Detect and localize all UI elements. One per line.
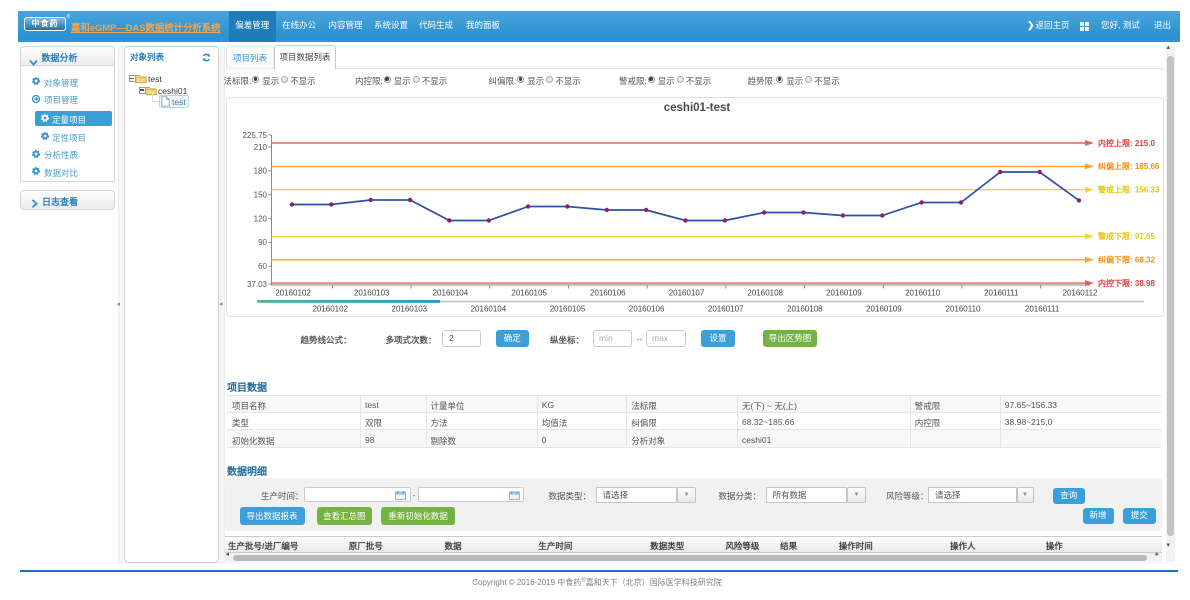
svg-text:20160102: 20160102 xyxy=(312,305,348,314)
svg-text:20160110: 20160110 xyxy=(905,289,941,298)
svg-text:60: 60 xyxy=(258,262,267,271)
svg-text:20160103: 20160103 xyxy=(392,305,428,314)
svg-text:120: 120 xyxy=(254,214,268,223)
svg-text:20160102: 20160102 xyxy=(275,289,311,298)
svg-text:20160108: 20160108 xyxy=(787,305,823,314)
svg-text:20160105: 20160105 xyxy=(550,305,586,314)
svg-text:20160106: 20160106 xyxy=(590,289,626,298)
svg-text:纠偏下限: 68.32: 纠偏下限: 68.32 xyxy=(1098,255,1155,265)
svg-text:警戒下限: 97.65: 警戒下限: 97.65 xyxy=(1097,231,1155,241)
svg-text:20160107: 20160107 xyxy=(669,289,705,298)
svg-text:150: 150 xyxy=(254,191,268,200)
svg-text:20160110: 20160110 xyxy=(946,305,982,314)
svg-text:210: 210 xyxy=(254,143,268,152)
svg-text:内控上限: 215.0: 内控上限: 215.0 xyxy=(1098,138,1155,148)
svg-text:20160112: 20160112 xyxy=(1063,289,1099,298)
svg-text:180: 180 xyxy=(254,167,268,176)
svg-text:20160111: 20160111 xyxy=(984,289,1019,298)
svg-text:20160108: 20160108 xyxy=(747,289,783,298)
svg-text:225.75: 225.75 xyxy=(243,131,268,140)
svg-text:20160109: 20160109 xyxy=(826,289,862,298)
svg-text:20160104: 20160104 xyxy=(471,305,507,314)
svg-text:20160106: 20160106 xyxy=(629,305,665,314)
svg-text:20160107: 20160107 xyxy=(708,305,744,314)
svg-text:ceshi01-test: ceshi01-test xyxy=(664,102,731,114)
svg-text:90: 90 xyxy=(258,238,267,247)
svg-text:警戒上限: 156.33: 警戒上限: 156.33 xyxy=(1097,185,1160,195)
svg-text:20160103: 20160103 xyxy=(354,289,390,298)
svg-text:20160104: 20160104 xyxy=(433,289,469,298)
svg-text:内控下限: 38.98: 内控下限: 38.98 xyxy=(1098,278,1155,288)
svg-text:20160109: 20160109 xyxy=(866,305,902,314)
svg-text:纠偏上限: 185.66: 纠偏上限: 185.66 xyxy=(1098,161,1160,171)
svg-text:37.03: 37.03 xyxy=(247,280,268,289)
svg-text:20160105: 20160105 xyxy=(511,289,547,298)
svg-text:20160111: 20160111 xyxy=(1025,305,1060,314)
